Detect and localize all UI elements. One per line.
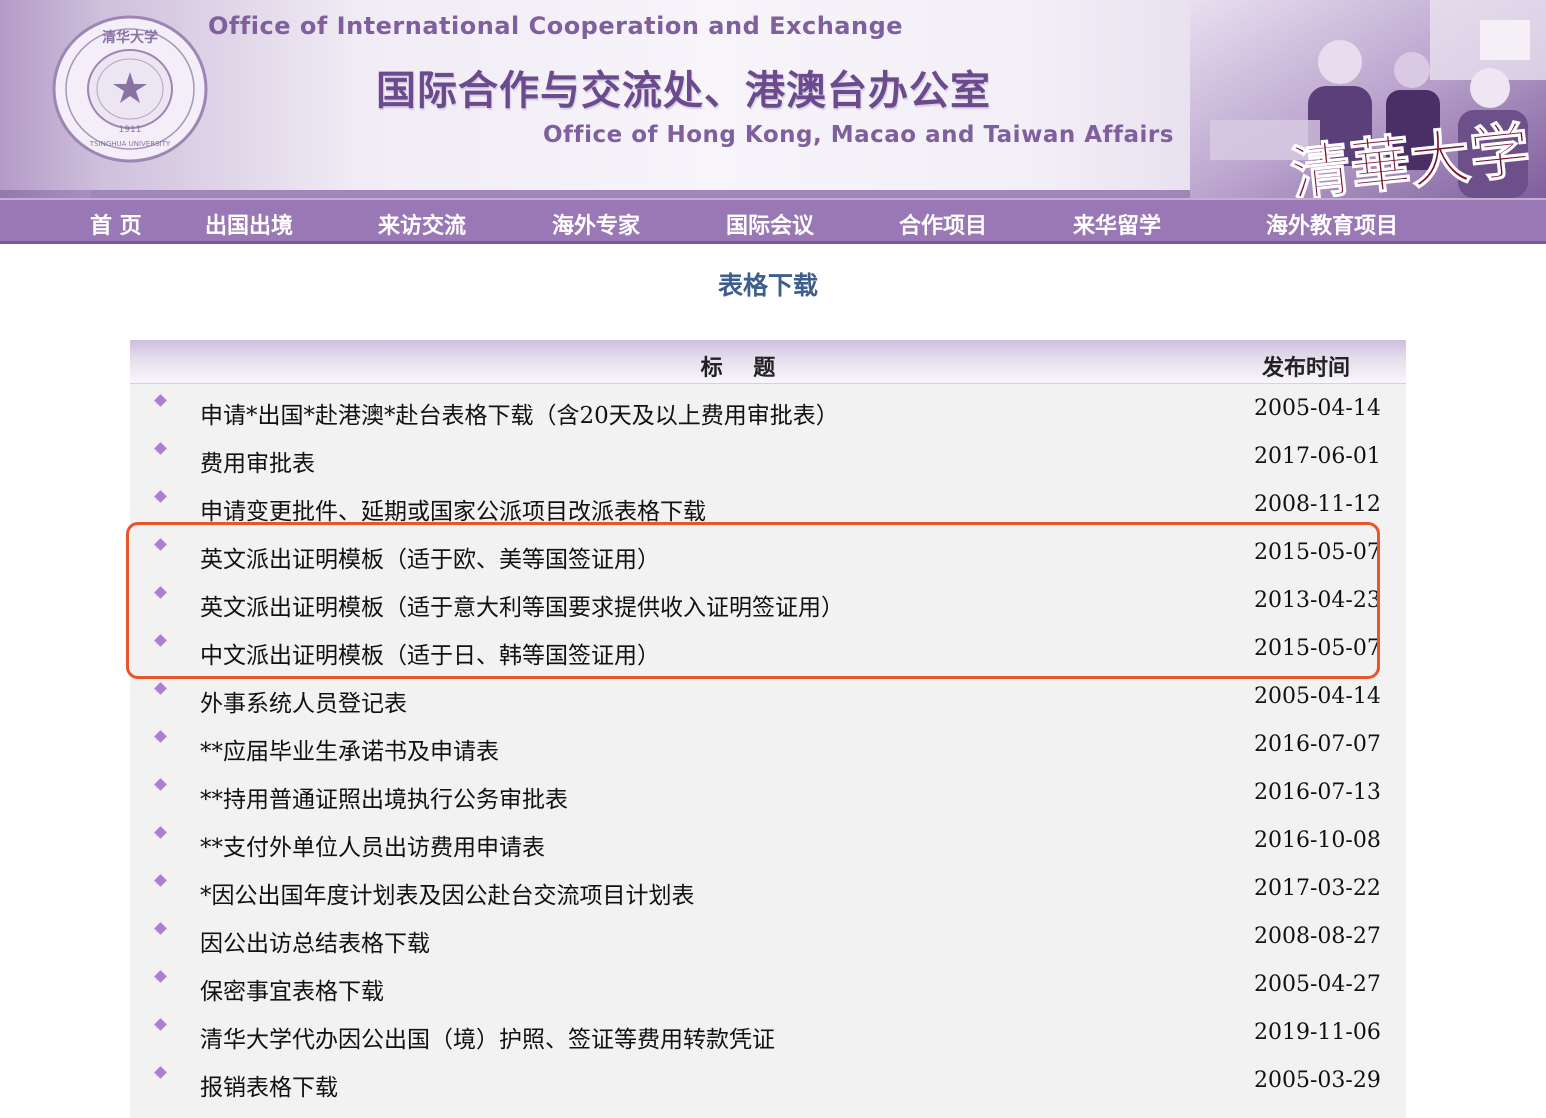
diamond-bullet-icon: [154, 1066, 167, 1079]
table-row[interactable]: 保密事宜表格下载 2005-04-27: [130, 962, 1406, 1010]
row-date: 2013-04-23: [1254, 588, 1381, 613]
table-row[interactable]: 因公出访总结表格下载 2008-08-27: [130, 914, 1406, 962]
diamond-bullet-icon: [154, 922, 167, 935]
row-date: 2017-03-22: [1254, 876, 1381, 901]
diamond-bullet-icon: [154, 682, 167, 695]
office-chinese-title: 国际合作与交流处、港澳台办公室: [376, 68, 991, 114]
main-nav: 首 页 出国出境 来访交流 海外专家 国际会议 合作项目 来华留学 海外教育项目: [0, 198, 1546, 244]
table-row[interactable]: **应届毕业生承诺书及申请表 2016-07-07: [130, 722, 1406, 770]
row-date: 2017-06-01: [1254, 444, 1381, 469]
table-row[interactable]: 申请变更批件、延期或国家公派项目改派表格下载 2008-11-12: [130, 482, 1406, 530]
row-date: 2015-05-07: [1254, 540, 1381, 565]
table-row[interactable]: 费用审批表 2017-06-01: [130, 434, 1406, 482]
table-header: 标 题 发布时间: [130, 340, 1406, 384]
hmt-office-english-title: Office of Hong Kong, Macao and Taiwan Af…: [543, 122, 1174, 148]
diamond-bullet-icon: [154, 970, 167, 983]
row-date: 2005-04-27: [1254, 972, 1381, 997]
table-row[interactable]: 报销表格下载 2005-03-29: [130, 1058, 1406, 1106]
row-title-link[interactable]: 英文派出证明模板（适于意大利等国要求提供收入证明签证用）: [200, 588, 844, 622]
table-row[interactable]: 中文派出证明模板（适于日、韩等国签证用） 2015-05-07: [130, 626, 1406, 674]
column-header-date: 发布时间: [1262, 355, 1351, 381]
column-header-title: 标 题: [700, 355, 776, 381]
diamond-bullet-icon: [154, 634, 167, 647]
diamond-bullet-icon: [154, 874, 167, 887]
nav-item-conferences[interactable]: 国际会议: [726, 208, 814, 240]
diamond-bullet-icon: [154, 538, 167, 551]
row-date: 2016-07-13: [1254, 780, 1381, 805]
row-date: 2019-11-06: [1254, 1020, 1381, 1045]
row-title-link[interactable]: 中文派出证明模板（适于日、韩等国签证用）: [200, 636, 660, 670]
row-date: 2015-05-07: [1254, 636, 1381, 661]
nav-item-home[interactable]: 首 页: [90, 208, 142, 240]
diamond-bullet-icon: [154, 586, 167, 599]
row-title-link[interactable]: 因公出访总结表格下载: [200, 924, 430, 958]
tsinghua-seal-icon: 清华大学 TSINGHUA UNIVERSITY 1911: [52, 15, 208, 163]
seal-english-text: TSINGHUA UNIVERSITY: [89, 140, 171, 148]
row-title-link[interactable]: *因公出国年度计划表及因公赴台交流项目计划表: [200, 876, 695, 910]
nav-item-overseas-education[interactable]: 海外教育项目: [1266, 208, 1398, 240]
row-title-link[interactable]: **持用普通证照出境执行公务审批表: [200, 780, 568, 814]
table-row[interactable]: **持用普通证照出境执行公务审批表 2016-07-13: [130, 770, 1406, 818]
row-date: 2016-07-07: [1254, 732, 1381, 757]
row-title-link[interactable]: 申请变更批件、延期或国家公派项目改派表格下载: [200, 492, 706, 526]
table-row[interactable]: 清华大学代办因公出国（境）护照、签证等费用转款凭证 2019-11-06: [130, 1010, 1406, 1058]
seal-year-text: 1911: [119, 125, 142, 135]
header-banner: 清华大学 TSINGHUA UNIVERSITY 1911 Office of …: [0, 0, 1546, 198]
downloads-table: 标 题 发布时间 申请*出国*赴港澳*赴台表格下载（含20天及以上费用审批表） 2…: [130, 340, 1406, 1118]
table-row[interactable]: 英文派出证明模板（适于欧、美等国签证用） 2015-05-07: [130, 530, 1406, 578]
row-date: 2005-03-29: [1254, 1068, 1381, 1093]
row-title-link[interactable]: 清华大学代办因公出国（境）护照、签证等费用转款凭证: [200, 1020, 775, 1054]
seal-chinese-text: 清华大学: [102, 29, 158, 46]
diamond-bullet-icon: [154, 826, 167, 839]
diamond-bullet-icon: [154, 490, 167, 503]
row-title-link[interactable]: 保密事宜表格下载: [200, 972, 384, 1006]
row-date: 2005-04-14: [1254, 684, 1381, 709]
row-title-link[interactable]: 费用审批表: [200, 444, 315, 478]
row-title-link[interactable]: **支付外单位人员出访费用申请表: [200, 828, 545, 862]
nav-item-outbound[interactable]: 出国出境: [205, 208, 293, 240]
nav-item-cooperation-projects[interactable]: 合作项目: [899, 208, 987, 240]
meeting-photo: 清華大学: [1190, 0, 1546, 198]
table-row[interactable]: **支付外单位人员出访费用申请表 2016-10-08: [130, 818, 1406, 866]
row-title-link[interactable]: 英文派出证明模板（适于欧、美等国签证用）: [200, 540, 660, 574]
office-english-title: Office of International Cooperation and …: [208, 12, 904, 40]
page-title: 表格下载: [717, 271, 818, 300]
row-title-link[interactable]: 申请*出国*赴港澳*赴台表格下载（含20天及以上费用审批表）: [200, 396, 839, 430]
diamond-bullet-icon: [154, 394, 167, 407]
row-date: 2008-08-27: [1254, 924, 1381, 949]
diamond-bullet-icon: [154, 730, 167, 743]
table-row[interactable]: 申请*出国*赴港澳*赴台表格下载（含20天及以上费用审批表） 2005-04-14: [130, 386, 1406, 434]
row-title-link[interactable]: 报销表格下载: [200, 1068, 338, 1102]
nav-item-study-in-china[interactable]: 来华留学: [1073, 208, 1161, 240]
table-row[interactable]: *因公出国年度计划表及因公赴台交流项目计划表 2017-03-22: [130, 866, 1406, 914]
row-date: 2005-04-14: [1254, 396, 1381, 421]
row-title-link[interactable]: 外事系统人员登记表: [200, 684, 407, 718]
table-row[interactable]: 外事系统人员登记表 2005-04-14: [130, 674, 1406, 722]
diamond-bullet-icon: [154, 1018, 167, 1031]
row-date: 2016-10-08: [1254, 828, 1381, 853]
nav-item-overseas-experts[interactable]: 海外专家: [552, 208, 640, 240]
row-title-link[interactable]: **应届毕业生承诺书及申请表: [200, 732, 499, 766]
row-date: 2008-11-12: [1254, 492, 1381, 517]
diamond-bullet-icon: [154, 442, 167, 455]
table-row[interactable]: 英文派出证明模板（适于意大利等国要求提供收入证明签证用） 2013-04-23: [130, 578, 1406, 626]
table-body: 申请*出国*赴港澳*赴台表格下载（含20天及以上费用审批表） 2005-04-14…: [130, 386, 1406, 1106]
diamond-bullet-icon: [154, 778, 167, 791]
nav-item-visits[interactable]: 来访交流: [378, 208, 466, 240]
